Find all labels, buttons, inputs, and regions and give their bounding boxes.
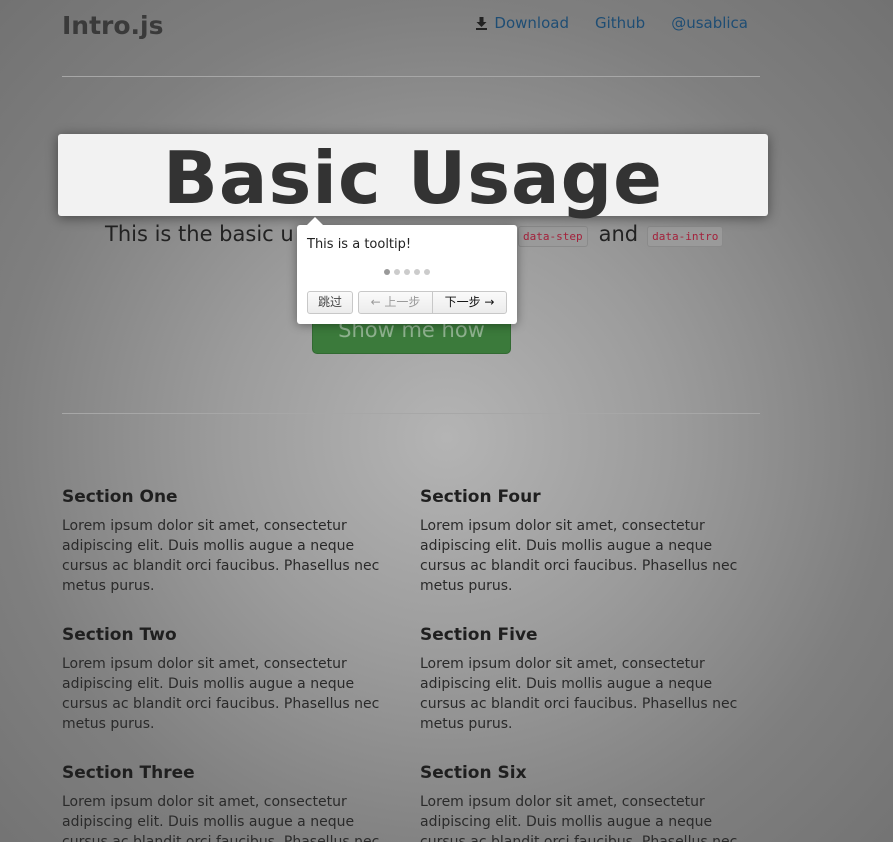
nav-github-link[interactable]: Github <box>595 14 645 32</box>
lead-text: This is the basic u <box>105 222 294 246</box>
code-data-step: data-step <box>518 225 588 247</box>
section-body: Lorem ipsum dolor sit amet, consectetur … <box>62 518 380 594</box>
top-nav: Download Github @usablica <box>476 14 748 32</box>
step-bullets <box>297 269 517 275</box>
nav-download-link[interactable]: Download <box>476 14 569 32</box>
section-six: Section Six Lorem ipsum dolor sit amet, … <box>420 763 750 842</box>
section-title: Section Six <box>420 763 527 783</box>
hero-lead: This is the basic u data-step and data-i… <box>105 222 724 247</box>
lead-suffix: data-step and data-intro <box>518 222 724 247</box>
section-three: Section Three Lorem ipsum dolor sit amet… <box>62 763 392 842</box>
section-title: Section One <box>62 487 178 507</box>
section-body: Lorem ipsum dolor sit amet, consectetur … <box>62 656 380 732</box>
nav-download-label: Download <box>494 14 569 32</box>
tooltip-text: This is a tooltip! <box>307 237 412 252</box>
section-body: Lorem ipsum dolor sit amet, consectetur … <box>420 518 738 594</box>
step-bullet-1[interactable] <box>384 269 390 275</box>
tooltip-arrow <box>307 217 323 225</box>
page-title: Basic Usage <box>162 136 664 220</box>
download-icon <box>476 16 488 30</box>
next-button[interactable]: 下一步 → <box>432 291 507 314</box>
section-five: Section Five Lorem ipsum dolor sit amet,… <box>420 625 750 734</box>
step-bullet-2[interactable] <box>394 269 400 275</box>
intro-tooltip: This is a tooltip! 跳过 ← 上一步 下一步 → <box>297 217 517 324</box>
prev-button[interactable]: ← 上一步 <box>358 291 433 314</box>
step-bullet-3[interactable] <box>404 269 410 275</box>
lead-and: and <box>598 222 639 246</box>
section-title: Section Four <box>420 487 541 507</box>
brand-logo[interactable]: Intro.js <box>62 11 164 40</box>
header-divider <box>62 76 760 77</box>
section-title: Section Five <box>420 625 538 645</box>
section-body: Lorem ipsum dolor sit amet, consectetur … <box>62 794 380 842</box>
hero-divider <box>62 413 760 414</box>
section-title: Section Three <box>62 763 195 783</box>
section-title: Section Two <box>62 625 177 645</box>
section-four: Section Four Lorem ipsum dolor sit amet,… <box>420 487 750 596</box>
code-data-intro: data-intro <box>647 225 724 247</box>
step-bullet-4[interactable] <box>414 269 420 275</box>
highlighted-step-element: Basic Usage <box>58 134 768 220</box>
section-two: Section Two Lorem ipsum dolor sit amet, … <box>62 625 392 734</box>
section-body: Lorem ipsum dolor sit amet, consectetur … <box>420 794 738 842</box>
nav-twitter-link[interactable]: @usablica <box>671 14 748 32</box>
section-one: Section One Lorem ipsum dolor sit amet, … <box>62 487 392 596</box>
step-bullet-5[interactable] <box>424 269 430 275</box>
section-body: Lorem ipsum dolor sit amet, consectetur … <box>420 656 738 732</box>
skip-button[interactable]: 跳过 <box>307 291 353 314</box>
